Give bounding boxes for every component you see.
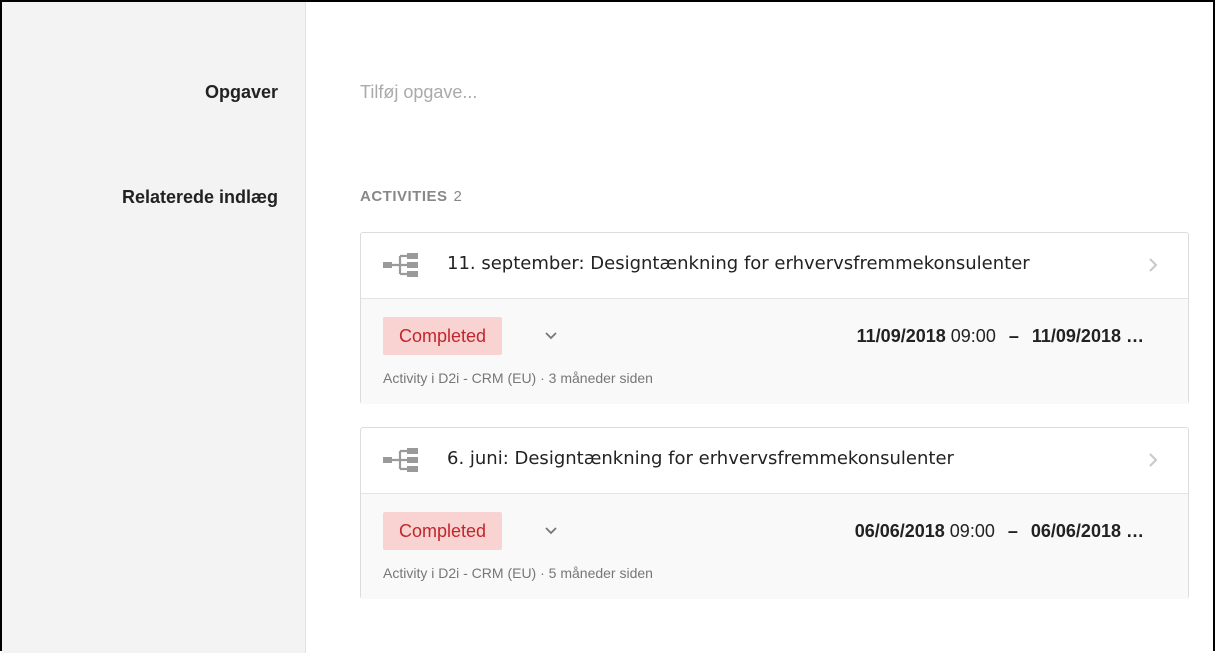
- activity-title[interactable]: 6. juni: Designtænkning for erhvervsfrem…: [447, 448, 954, 469]
- related-posts-label: Relaterede indlæg: [121, 187, 278, 207]
- activity-title[interactable]: 11. september: Designtænkning for erhver…: [447, 253, 1030, 274]
- start-time: 09:00: [949, 521, 995, 541]
- activities-heading-label: ACTIVITIES: [360, 188, 448, 205]
- date-separator: –: [1007, 521, 1018, 541]
- status-badge[interactable]: Completed: [383, 512, 503, 550]
- add-task-input[interactable]: Tilføj opgave...: [360, 82, 477, 103]
- truncation-ellipsis: …: [1126, 326, 1144, 346]
- chevron-right-icon[interactable]: [1148, 257, 1158, 273]
- start-date: 11/09/2018: [856, 326, 946, 346]
- field-labels-column: Opgaver Relaterede indlæg: [2, 2, 306, 653]
- date-range: 06/06/2018 09:00 – 06/06/2018 …: [855, 521, 1144, 542]
- activities-heading: ACTIVITIES 2: [360, 188, 462, 205]
- end-date: 06/06/2018: [1030, 521, 1121, 541]
- activity-card-header[interactable]: 6. juni: Designtænkning for erhvervsfrem…: [361, 428, 1188, 494]
- record-detail-panel: Opgaver Relaterede indlæg Tilføj opgave.…: [0, 0, 1215, 653]
- tasks-label: Opgaver: [204, 82, 278, 102]
- chevron-right-icon[interactable]: [1148, 452, 1158, 468]
- date-range: 11/09/2018 09:00 – 11/09/2018 …: [857, 326, 1144, 347]
- status-badge[interactable]: Completed: [383, 317, 503, 355]
- hierarchy-icon: [383, 448, 418, 472]
- chevron-down-icon[interactable]: [544, 525, 558, 535]
- truncation-ellipsis: …: [1126, 521, 1144, 541]
- activity-card-body: Completed 06/06/2018 09:00 – 06/06/2018 …: [361, 494, 1188, 599]
- activity-card: 11. september: Designtænkning for erhver…: [360, 232, 1189, 404]
- activity-meta: Activity i D2i - CRM (EU) · 3 måneder si…: [383, 370, 653, 386]
- start-date: 06/06/2018: [854, 521, 945, 541]
- activities-count: 2: [453, 188, 463, 205]
- activity-card-body: Completed 11/09/2018 09:00 – 11/09/2018 …: [361, 299, 1188, 404]
- chevron-down-icon[interactable]: [544, 330, 558, 340]
- end-date: 11/09/2018: [1031, 326, 1121, 346]
- activity-card: 6. juni: Designtænkning for erhvervsfrem…: [360, 427, 1189, 599]
- date-separator: –: [1008, 326, 1019, 346]
- activity-meta: Activity i D2i - CRM (EU) · 5 måneder si…: [383, 565, 653, 581]
- hierarchy-icon: [383, 253, 418, 277]
- start-time: 09:00: [950, 326, 996, 346]
- activity-card-header[interactable]: 11. september: Designtænkning for erhver…: [361, 233, 1188, 299]
